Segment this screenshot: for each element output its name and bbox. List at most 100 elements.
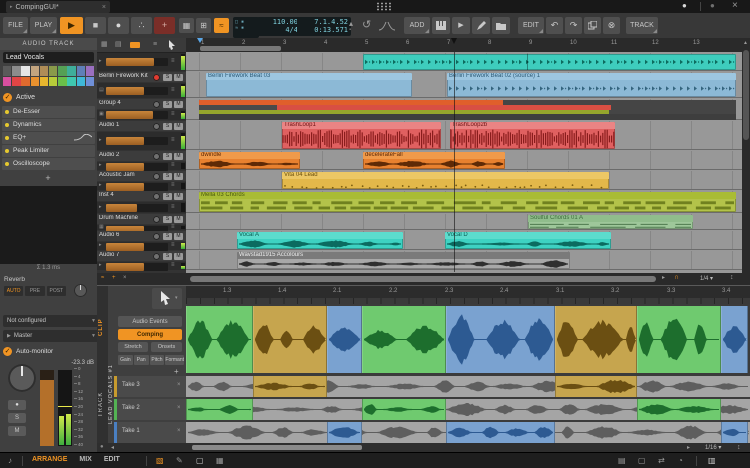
grid-editor-icon[interactable]: ▦ (216, 456, 224, 465)
color-swatch[interactable] (77, 77, 85, 87)
layout-icon[interactable]: ▤ (115, 41, 122, 48)
view-tab-arrange[interactable]: ARRANGE (32, 456, 67, 463)
track-name-row[interactable]: Berlin Firework KitSM (97, 72, 186, 82)
color-swatch[interactable] (21, 66, 29, 76)
track-record-arm-button[interactable] (153, 193, 160, 200)
output-routing-dropdown[interactable]: ▶ Master▼ (3, 330, 100, 342)
track-record-arm-button[interactable] (153, 153, 160, 160)
window-minimize-icon[interactable]: ● (710, 1, 715, 10)
comp-segment[interactable] (555, 306, 637, 373)
comp-snap-value[interactable]: 1/16 ▾ (705, 444, 721, 451)
crossfade-tool-button[interactable]: + (154, 17, 175, 34)
track-record-arm-button[interactable] (153, 123, 160, 130)
take-comp-section[interactable] (327, 422, 362, 443)
arranger-clip[interactable]: Wavstad1915 Accolours (237, 252, 570, 269)
color-swatch[interactable] (67, 77, 75, 87)
track-record-arm-button[interactable]: ● (8, 400, 26, 410)
take-comp-section[interactable] (555, 376, 637, 397)
volume-fader[interactable] (106, 263, 168, 271)
add-button[interactable]: ADD (404, 17, 430, 34)
tab-close-icon[interactable]: × (102, 4, 106, 11)
track-tab[interactable]: TRACK (98, 371, 104, 417)
hscroll-handle[interactable] (190, 276, 656, 282)
color-swatch[interactable] (12, 77, 20, 87)
track-name-row[interactable]: Audio 7SM (97, 251, 186, 261)
add-note-button[interactable] (472, 17, 490, 34)
color-swatch[interactable] (58, 66, 66, 76)
comping-ruler[interactable]: 1.31.42.12.22.32.43.13.23.33.4 (186, 286, 750, 298)
punch-icon[interactable]: ▪ (349, 27, 351, 33)
volume-fader[interactable] (106, 87, 168, 95)
color-swatch[interactable] (40, 66, 48, 76)
dots-grid-icon[interactable] (376, 2, 392, 11)
take-comp-section[interactable] (637, 399, 721, 420)
insert-toggle-button[interactable]: ⊞ (196, 18, 211, 33)
track-record-arm-button[interactable] (153, 173, 160, 180)
color-swatch[interactable] (67, 66, 75, 76)
comp-main-lane[interactable] (186, 306, 750, 373)
track-row[interactable]: Inst 4SM▸≡ (97, 191, 186, 213)
track-mute-button[interactable]: M (174, 123, 183, 130)
param-button-formant[interactable]: Formant (165, 355, 184, 365)
tab-comping[interactable]: Comping (118, 329, 182, 340)
tool-selector[interactable]: ▾ (152, 288, 182, 309)
track-solo-button[interactable]: S (163, 101, 172, 108)
track-solo-button[interactable]: S (8, 413, 26, 423)
fader-menu-icon[interactable]: ≡ (171, 111, 175, 117)
track-record-arm-button[interactable] (153, 216, 160, 223)
edit-tools-icon[interactable]: ✎ (176, 456, 183, 465)
fader-menu-icon[interactable]: ≡ (171, 224, 175, 230)
volume-fader[interactable] (106, 204, 168, 212)
stretch-button[interactable]: Stretch (118, 342, 148, 352)
onsets-button[interactable]: Onsets (151, 342, 182, 352)
clock-panel-icon[interactable]: ◔ (678, 456, 683, 465)
project-tab[interactable]: ▸ CompingGUI* × (6, 1, 110, 13)
track-mute-button[interactable]: M (174, 253, 183, 260)
arranger-clip[interactable]: TrashLoop1 (282, 122, 441, 149)
color-swatch[interactable] (3, 77, 11, 87)
scroll-right-icon[interactable]: ▸ (662, 274, 665, 281)
track-name-input[interactable]: Lead Vocals (3, 52, 94, 63)
mixer-panel-icon[interactable]: ▥ (708, 456, 716, 465)
track-row[interactable]: Berlin Firework KitSM▤≡ (97, 72, 186, 98)
track-solo-button[interactable]: S (163, 153, 172, 160)
transport-mode-display[interactable]: □ ▪≈ ▪ (233, 17, 259, 38)
take-close-icon[interactable]: × (177, 405, 181, 411)
arranger-clip[interactable]: Vocal A (237, 232, 403, 249)
pointer-tool-icon[interactable] (168, 40, 176, 50)
track-solo-button[interactable]: S (163, 216, 172, 223)
edit-button[interactable]: EDIT (518, 17, 544, 34)
window-close-icon[interactable]: × (732, 0, 738, 11)
arranger-clip[interactable] (363, 54, 736, 70)
arranger-clip[interactable]: Vita 04 Lead (282, 172, 609, 189)
take-comp-section[interactable] (446, 422, 555, 443)
color-swatch[interactable] (86, 66, 94, 76)
io-panel-icon[interactable]: ⇄ (658, 456, 665, 465)
view-tab-edit[interactable]: EDIT (104, 456, 120, 463)
arranger-snap-value[interactable]: 1/4 ▾ (700, 275, 713, 282)
track-record-arm-button[interactable] (153, 253, 160, 260)
vscroll-up-icon[interactable]: ▲ (743, 40, 748, 46)
track-solo-button[interactable]: S (163, 253, 172, 260)
fader-menu-icon[interactable]: ≡ (171, 87, 175, 93)
duplicate-button[interactable] (584, 17, 601, 34)
color-swatch[interactable] (31, 66, 39, 76)
play-button[interactable]: ▶ (60, 17, 83, 34)
take-close-icon[interactable]: × (177, 382, 181, 388)
track-row[interactable]: Group 4SM▣≡ (97, 99, 186, 120)
take-comp-section[interactable] (721, 422, 748, 443)
input-routing-dropdown[interactable]: Not configured▼ (3, 315, 100, 327)
fader-menu-icon[interactable]: ≡ (171, 262, 175, 268)
volume-knob[interactable] (8, 364, 36, 392)
device-item[interactable]: Dynamics (2, 119, 95, 131)
playhead-handle[interactable] (451, 38, 457, 44)
track-name-row[interactable]: Drum MachineSM (97, 214, 186, 224)
take-label-row[interactable]: Take 1× (114, 422, 186, 443)
color-swatch[interactable] (31, 77, 39, 87)
reverb-knob[interactable] (74, 284, 87, 297)
speaker-icon[interactable]: ♪ (8, 456, 12, 465)
follow-playback-button[interactable]: ∴ (131, 17, 152, 34)
fader-menu-icon[interactable]: ≡ (171, 137, 175, 143)
comp-vzoom-icon[interactable]: ↕ (737, 444, 741, 451)
layered-editor-icon[interactable]: ▢ (196, 456, 204, 465)
